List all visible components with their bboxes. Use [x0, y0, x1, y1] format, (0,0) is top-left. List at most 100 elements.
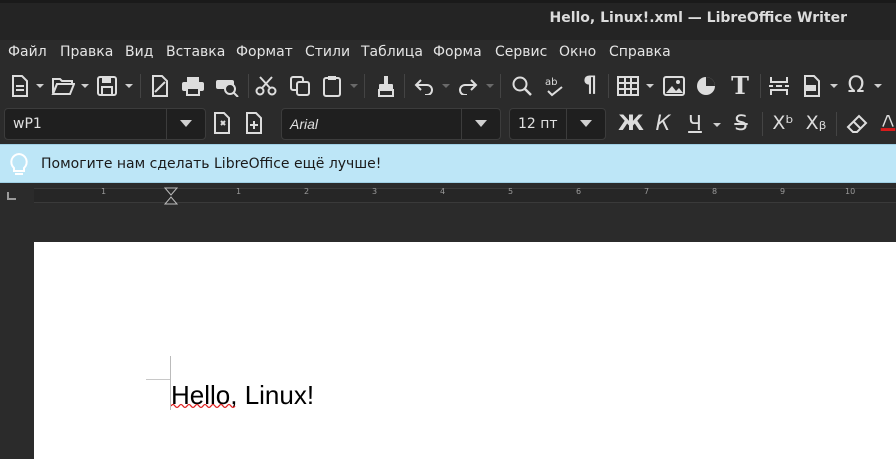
new-style-button[interactable] [242, 109, 268, 137]
subscript-button[interactable]: Xᵦ [803, 109, 829, 137]
insert-chart-button[interactable] [694, 72, 718, 100]
insert-field-dropdown[interactable] [830, 84, 838, 88]
ruler-number: 1 [101, 187, 107, 196]
italic-button[interactable]: К [650, 109, 676, 137]
title-bar: Hello, Linux!.xml — LibreOffice Writer [0, 0, 896, 40]
menu-window[interactable]: Окно [559, 44, 596, 60]
print-preview-button[interactable] [214, 72, 240, 100]
new-document-button[interactable] [8, 72, 32, 100]
redo-icon [459, 79, 478, 95]
spellcheck-icon: ab [545, 77, 563, 97]
redo-button[interactable] [456, 72, 480, 100]
underline-icon: Ч [688, 111, 702, 135]
menu-styles[interactable]: Стили [305, 44, 350, 60]
font-name-dropdown-button[interactable] [461, 109, 500, 139]
ruler-number: 5 [508, 187, 514, 196]
clone-formatting-button[interactable] [374, 72, 398, 100]
tab-stop-selector-icon[interactable] [7, 192, 16, 200]
image-icon [663, 76, 685, 96]
menu-format[interactable]: Формат [236, 44, 293, 60]
formatting-marks-button[interactable]: ¶ [578, 72, 602, 100]
ruler-number: 6 [576, 187, 582, 196]
lightbulb-icon [10, 152, 28, 175]
menu-file[interactable]: Файл [8, 44, 47, 60]
insert-image-button[interactable] [662, 72, 686, 100]
open-button[interactable] [50, 72, 76, 100]
ruler-number: 4 [440, 187, 446, 196]
update-style-button[interactable] [210, 109, 236, 137]
printer-icon [182, 77, 204, 96]
insert-table-button[interactable] [616, 72, 640, 100]
ruler-number: 2 [304, 187, 310, 196]
save-button[interactable] [94, 72, 120, 100]
paragraph-style-value: wP1 [13, 116, 42, 132]
ruler-number: 1 [236, 187, 242, 196]
insert-page-break-button[interactable] [767, 72, 791, 100]
paragraph-style-combo[interactable]: wP1 [4, 108, 206, 140]
menu-insert[interactable]: Вставка [166, 44, 225, 60]
paste-button[interactable] [320, 72, 344, 100]
font-name-value: Arial [290, 116, 319, 132]
font-size-dropdown-button[interactable] [566, 109, 605, 139]
export-pdf-button[interactable] [148, 72, 172, 100]
font-size-combo[interactable]: 12 пт [509, 108, 606, 140]
menu-tools[interactable]: Сервис [495, 44, 547, 60]
special-character-button[interactable]: Ω [844, 72, 868, 100]
paragraph-style-dropdown-button[interactable] [166, 109, 205, 139]
insert-field-button[interactable] [800, 72, 824, 100]
undo-button[interactable] [412, 72, 436, 100]
font-name-combo[interactable]: Arial [281, 108, 501, 140]
paste-dropdown[interactable] [350, 84, 358, 88]
special-character-dropdown[interactable] [874, 84, 882, 88]
strikethrough-button[interactable]: S [728, 109, 754, 137]
insert-text-box-button[interactable]: T [728, 72, 752, 100]
underline-dropdown[interactable] [713, 123, 721, 127]
find-replace-button[interactable] [510, 72, 534, 100]
italic-icon: К [655, 111, 671, 135]
print-button[interactable] [180, 72, 206, 100]
clear-formatting-button[interactable] [844, 109, 870, 137]
superscript-button[interactable]: Xᵇ [770, 109, 796, 137]
font-color-button[interactable] [880, 109, 896, 137]
horizontal-ruler[interactable]: 1 1 2 3 4 5 6 7 8 9 10 [0, 183, 896, 207]
print-preview-icon [216, 80, 239, 97]
menu-table[interactable]: Таблица [361, 44, 423, 60]
new-document-dropdown[interactable] [36, 84, 44, 88]
clipboard-icon [323, 76, 341, 97]
scissors-icon [255, 76, 277, 96]
toolbar-separator [608, 74, 609, 98]
ruler-number: 9 [780, 187, 786, 196]
underline-button[interactable]: Ч [682, 109, 708, 137]
bold-button[interactable]: Ж [618, 109, 644, 137]
pie-chart-icon [697, 77, 715, 95]
toolbar-separator [364, 74, 365, 98]
toolbar-separator [762, 112, 763, 136]
undo-dropdown[interactable] [442, 84, 450, 88]
pilcrow-icon: ¶ [583, 73, 597, 98]
toolbar-separator [500, 74, 501, 98]
menu-form[interactable]: Форма [433, 44, 482, 60]
new-document-icon [12, 75, 28, 97]
save-dropdown[interactable] [125, 84, 133, 88]
ruler-number: 8 [712, 187, 718, 196]
menu-help[interactable]: Справка [609, 44, 671, 60]
insert-table-dropdown[interactable] [646, 84, 654, 88]
text-box-icon: T [731, 71, 749, 100]
redo-dropdown[interactable] [486, 84, 494, 88]
title-bar-edge [0, 0, 896, 3]
standard-toolbar: ab ¶ T Ω [0, 66, 896, 104]
document-page[interactable] [34, 242, 896, 459]
field-icon [804, 75, 820, 97]
spelling-button[interactable]: ab [543, 72, 567, 100]
menu-view[interactable]: Вид [125, 44, 153, 60]
copy-button[interactable] [288, 72, 312, 100]
open-dropdown[interactable] [81, 84, 89, 88]
ruler-number: 3 [372, 187, 378, 196]
toolbar-separator [404, 74, 405, 98]
subscript-icon: Xᵦ [805, 112, 827, 134]
omega-icon: Ω [847, 73, 865, 98]
menu-edit[interactable]: Правка [60, 44, 113, 60]
cut-button[interactable] [254, 72, 278, 100]
spelling-error-underline [171, 403, 236, 409]
indent-marker-icon[interactable] [164, 187, 178, 205]
